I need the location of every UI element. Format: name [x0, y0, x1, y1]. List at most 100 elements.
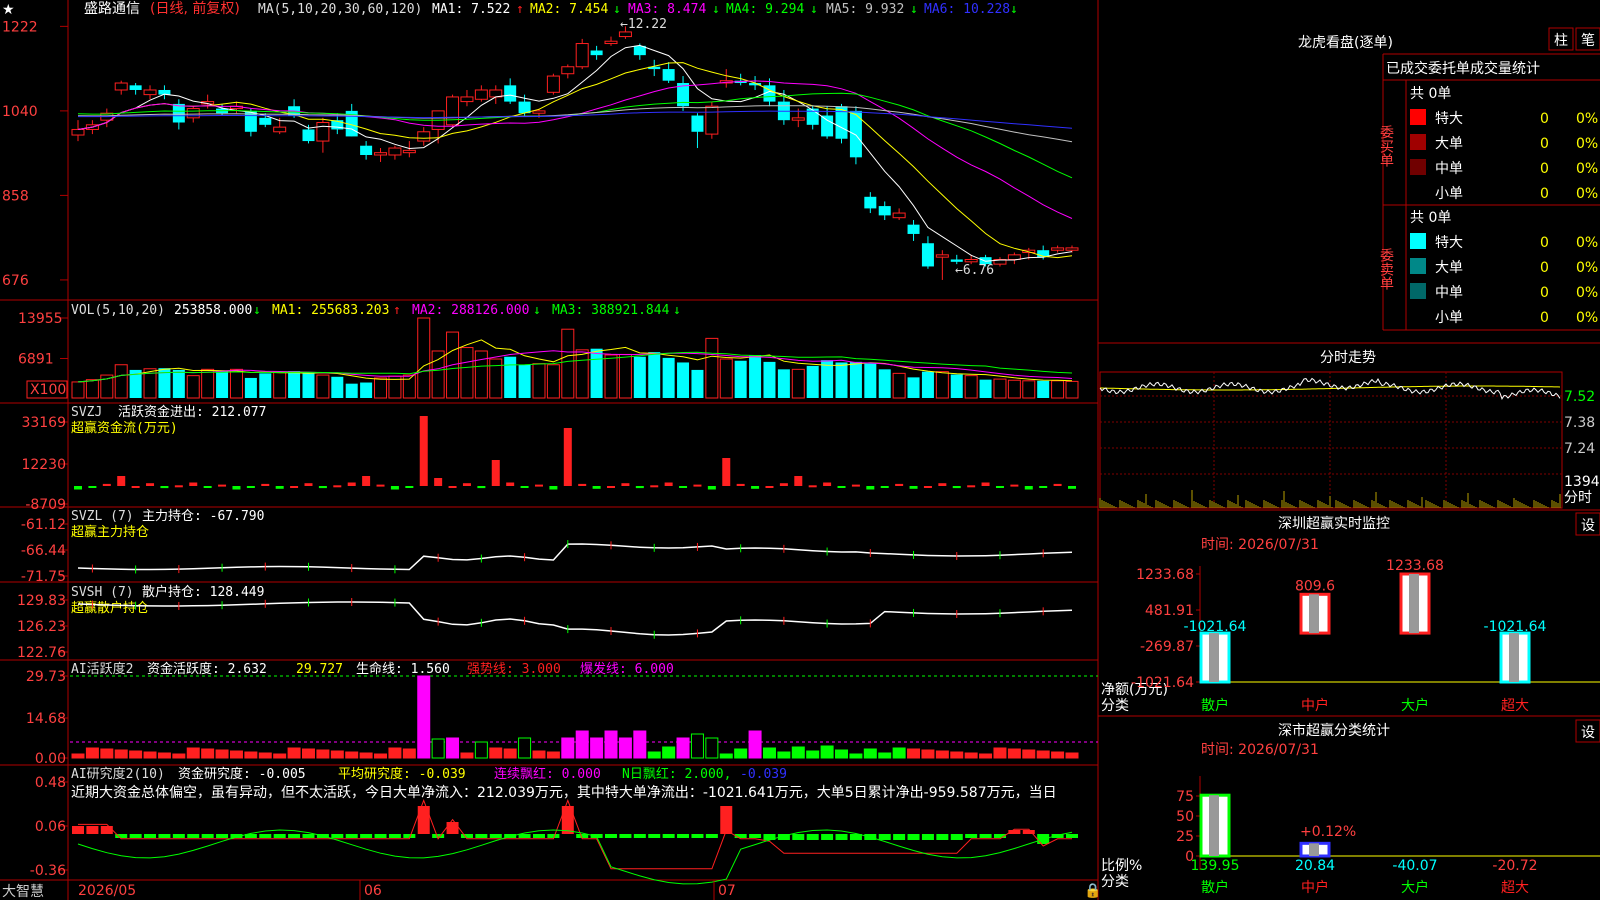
volume-panel[interactable]: VOL(5,10,20) 253858.000 MA1: 255683.203 …	[18, 303, 1079, 399]
svsh-ticks: 129.83 126.23 122.76	[17, 593, 68, 661]
ai2-bar	[662, 834, 675, 838]
ai1-bar	[431, 738, 445, 759]
longhu-row-pct: 0%	[1576, 260, 1598, 276]
vol-bar	[460, 347, 474, 399]
ma2-legend: MA2: 7.454	[530, 2, 608, 17]
ai1-bar	[374, 753, 388, 759]
price-tick-label: 1040	[2, 104, 38, 120]
ai1-bar	[388, 747, 402, 759]
vol-bar	[935, 371, 949, 399]
svg-text:↓: ↓	[1010, 2, 1018, 17]
ai1-bar	[258, 752, 272, 759]
ma3-legend: MA3: 8.474	[628, 2, 706, 17]
svsh-path	[77, 601, 1073, 636]
candle-body	[921, 243, 934, 267]
vol-bar	[864, 363, 877, 398]
ai2-bar	[691, 834, 704, 838]
ai1-bar	[662, 746, 676, 759]
ai1-bar	[215, 749, 229, 759]
svzj-bar	[174, 485, 183, 488]
ai1-bar	[201, 748, 215, 759]
candle-body	[546, 75, 560, 93]
longhu-row-count: 0	[1540, 310, 1549, 326]
longhu-panel: 龙虎看盘(逐单) 柱 笔 已成交委托单成交量统计 委买单 委卖单 共 0单特大 0…	[1298, 27, 1600, 331]
lock-icon[interactable]: 🔒	[1084, 883, 1101, 899]
intraday-panel[interactable]: 分时走势 7.52 7.38 7.24 13941分时	[1099, 350, 1600, 509]
svzj-bar	[74, 486, 82, 490]
svzj-panel[interactable]: SVZJ 活跃资金进出: 212.077 超赢资金流(万元) 33169 1223…	[21, 404, 1076, 513]
vol-bar	[1065, 380, 1079, 399]
classify-value: -40.07	[1392, 858, 1437, 874]
ai2-nday: N日飘红: 2.000,	[622, 766, 731, 782]
trading-terminal: ★ 盛路通信 (日线, 前复权) MA(5,10,20,30,60,120) M…	[0, 0, 1600, 900]
vol-bar	[561, 328, 575, 399]
svzj-bar	[563, 428, 572, 486]
stock-star-icon[interactable]: ★	[2, 2, 15, 18]
longhu-row-pct: 0%	[1576, 186, 1598, 202]
svzj-bar	[520, 486, 529, 488]
svsh-tick-label: 129.83	[17, 593, 66, 609]
svsh-sub: 超赢散户持仓	[71, 600, 149, 616]
svzj-bar	[88, 486, 97, 488]
vol-def: VOL(5,10,20)	[71, 303, 165, 318]
ai1-bar	[719, 753, 733, 759]
ai-research-panel[interactable]: AI研究度2(10) 资金研究度: -0.005 平均研究度: -0.039 连…	[30, 766, 1078, 885]
ai2-bar	[388, 834, 401, 838]
ai1-bar	[114, 749, 128, 759]
vol-bar	[417, 317, 431, 399]
svzj-bar	[304, 483, 313, 486]
vol-bar	[360, 382, 373, 398]
longhu-row-name: 小单	[1435, 310, 1463, 326]
svzj-bar	[679, 486, 688, 488]
vol-bar	[216, 370, 229, 398]
svzj-line: 活跃资金进出: 212.077	[118, 404, 266, 420]
ai1-bar	[979, 753, 993, 759]
ma5-legend: MA5: 9.932	[826, 2, 904, 17]
svzj-bar	[621, 483, 630, 486]
ai2-bar	[432, 834, 445, 838]
vol-bar	[734, 360, 747, 398]
svzj-bar	[635, 486, 644, 489]
classify-value: 139.95	[1191, 858, 1240, 874]
ai1-bar	[964, 752, 978, 759]
intraday-tick: 7.52	[1564, 389, 1595, 405]
candle-body	[316, 121, 330, 142]
classify-bar	[1299, 841, 1331, 858]
ai2-neg: -0.039	[740, 767, 787, 782]
svzj-tick-label: -8709	[25, 497, 66, 513]
svzj-bar	[362, 476, 371, 486]
ai1-bars	[70, 675, 1098, 759]
ma-def: MA(5,10,20,30,60,120)	[258, 2, 422, 17]
ai1-bar	[546, 751, 560, 759]
ai1-bar	[907, 748, 921, 759]
svzj-tick-label: 33169	[21, 415, 66, 431]
ma6-legend: MA6: 10.228	[924, 2, 1010, 17]
svsh-panel[interactable]: SVSH (7) 散户持仓: 128.449 超赢散户持仓 129.83 126.…	[17, 584, 1073, 661]
ai2-bars	[72, 798, 1078, 885]
monitor-bar-shade	[1509, 633, 1519, 682]
ai-activity-panel[interactable]: AI活跃度2 资金活跃度: 2.632 29.727 生命线: 1.560 强势…	[26, 661, 1098, 767]
ai2-bar	[288, 834, 301, 838]
stock-name: 盛路通信	[84, 1, 140, 17]
ai1-name: AI活跃度2	[71, 661, 133, 677]
vol-bar	[633, 356, 646, 398]
ai2-bar	[475, 834, 488, 838]
candle-body	[561, 66, 575, 75]
candle-body	[907, 224, 920, 234]
vol-ma2: MA2: 288126.000	[412, 303, 529, 318]
ai2-bar	[273, 834, 286, 838]
ai1-bar	[532, 750, 546, 759]
price-panel[interactable]: ★ 盛路通信 (日线, 前复权) MA(5,10,20,30,60,120) M…	[2, 0, 1079, 289]
ai2-bar	[345, 834, 358, 838]
ai2-bar	[201, 834, 214, 838]
svzj-bar	[607, 486, 616, 488]
ai1-bar	[1022, 749, 1036, 759]
candle-body	[864, 196, 877, 209]
ma-line	[77, 80, 1073, 219]
ai1-bar	[748, 730, 762, 759]
classify-title: 深市超赢分类统计	[1278, 722, 1390, 739]
svzl-panel[interactable]: SVZL (7) 主力持仓: -67.790 超赢主力持仓 -61.12 -66.…	[21, 509, 1073, 585]
longhu-row-pct: 0%	[1576, 235, 1598, 251]
svzj-bar	[967, 485, 976, 488]
longhu-row-count: 0	[1540, 285, 1549, 301]
